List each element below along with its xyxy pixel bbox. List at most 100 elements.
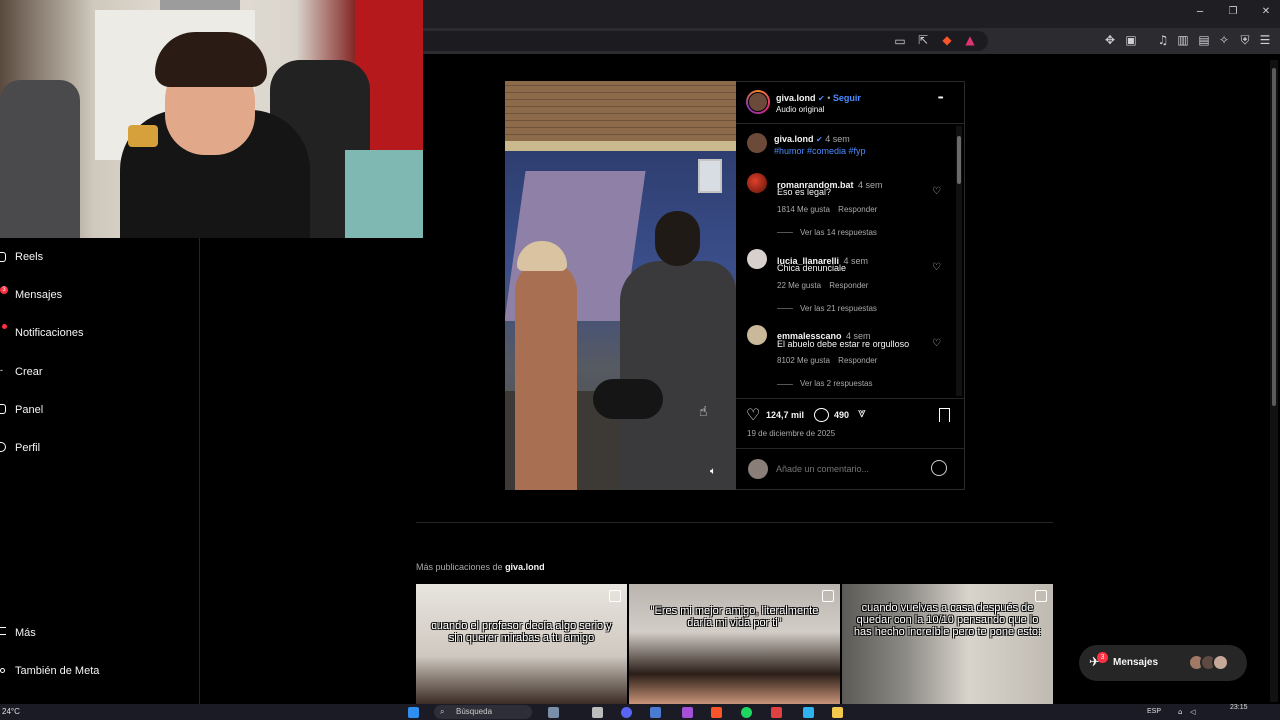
- sidebar-item-label: Perfil: [15, 442, 41, 454]
- save-icon[interactable]: [939, 408, 950, 422]
- volume-icon[interactable]: ◁: [1190, 704, 1195, 720]
- comment-likes[interactable]: 1814 Me gusta: [777, 205, 830, 214]
- sidebar-item-label: Reels: [15, 251, 44, 263]
- comment-time: 4 sem: [843, 256, 869, 266]
- boy-hoodie: [620, 261, 736, 490]
- share-icon[interactable]: ⩔: [858, 405, 866, 421]
- author-username[interactable]: giva.lond: [776, 93, 816, 103]
- thumbnail-caption: "Eres mi mejor amigo, literalmente daría…: [650, 605, 819, 629]
- more-options-icon[interactable]: •••: [938, 95, 943, 102]
- person-hair: [155, 32, 267, 87]
- author-avatar: [748, 92, 768, 112]
- reply-button[interactable]: Responder: [838, 356, 877, 365]
- shelf-figures: [128, 125, 158, 147]
- messages-pill[interactable]: ✈ 3 Mensajes: [1079, 645, 1247, 681]
- app-icon[interactable]: [548, 707, 559, 718]
- app-icon[interactable]: [803, 707, 814, 718]
- search-label: Búsqueda: [456, 707, 493, 716]
- reply-button[interactable]: Responder: [829, 281, 868, 290]
- view-replies-button[interactable]: Ver las 21 respuestas: [800, 304, 877, 313]
- follow-button[interactable]: Seguir: [833, 93, 861, 103]
- bag: [593, 379, 663, 419]
- comment-avatar[interactable]: [747, 173, 767, 193]
- windows-start-icon[interactable]: [408, 707, 419, 718]
- comment-avatar[interactable]: [747, 249, 767, 269]
- separator: •: [827, 93, 831, 103]
- add-comment-input[interactable]: [776, 462, 921, 476]
- comments-scrollbar[interactable]: [956, 126, 962, 396]
- plus-icon: -: [0, 365, 3, 375]
- meta-icon: [0, 668, 5, 673]
- comment-text: El abuelo debe estar re orgulloso: [777, 339, 910, 349]
- sidebar-item-label: Mensajes: [15, 289, 63, 301]
- sidebar-item-label: Más: [15, 627, 36, 639]
- more-posts-username[interactable]: giva.lond: [505, 562, 545, 572]
- comment-icon[interactable]: [814, 408, 829, 422]
- browser-titlebar: ─ ❐ ✕: [423, 0, 1280, 28]
- task-view-icon[interactable]: [592, 707, 603, 718]
- emoji-icon[interactable]: [931, 460, 947, 476]
- weather-widget[interactable]: 24°C: [2, 704, 20, 720]
- comment-like-icon[interactable]: ♡: [932, 186, 941, 197]
- current-user-avatar: [748, 459, 768, 479]
- wall-trim: [505, 141, 736, 151]
- post-thumbnail[interactable]: "Eres mi mejor amigo, literalmente daría…: [629, 584, 840, 704]
- panel-icon: [0, 404, 6, 414]
- scrollbar-thumb[interactable]: [957, 136, 961, 184]
- caption-username[interactable]: giva.lond: [774, 134, 814, 144]
- app-icon[interactable]: [771, 707, 782, 718]
- brick-wall: [505, 81, 736, 141]
- like-icon[interactable]: ♡: [746, 405, 760, 424]
- thumbnail-caption: cuando el profesor decía algo serio y si…: [431, 620, 612, 644]
- post-thumbnail[interactable]: cuando el profesor decía algo serio y si…: [416, 584, 627, 704]
- section-divider: [416, 522, 1053, 523]
- view-replies-button[interactable]: Ver las 14 respuestas: [800, 228, 877, 237]
- network-icon[interactable]: ⌂: [1178, 704, 1182, 720]
- caption-hashtags[interactable]: #humor #comedia #fyp: [774, 146, 866, 156]
- app-icon[interactable]: [682, 707, 693, 718]
- discord-icon[interactable]: [621, 707, 632, 718]
- comment-avatar[interactable]: [747, 325, 767, 345]
- author-avatar-ring[interactable]: [746, 90, 770, 114]
- comment-like-icon[interactable]: ♡: [932, 338, 941, 349]
- file-explorer-icon[interactable]: [832, 707, 843, 718]
- divider: [736, 398, 964, 399]
- sidebar-item-label: Crear: [15, 366, 43, 378]
- restore-icon[interactable]: ❐: [1226, 6, 1240, 17]
- comment-likes[interactable]: 22 Me gusta: [777, 281, 821, 290]
- gaming-chair-left: [0, 80, 80, 238]
- thumbnail-caption: cuando vuelvas a casa después de quedar …: [853, 602, 1042, 638]
- language-indicator[interactable]: ESP: [1147, 704, 1161, 720]
- post-header: giva.lond ✔ • Seguir: [776, 93, 861, 103]
- comment-meta: 22 Me gusta Responder: [777, 281, 868, 290]
- caption-avatar[interactable]: [747, 133, 767, 153]
- taskbar-search[interactable]: ⌕ Búsqueda: [434, 705, 532, 719]
- post-thumbnail[interactable]: cuando vuelvas a casa después de quedar …: [842, 584, 1053, 704]
- spotify-icon[interactable]: [741, 707, 752, 718]
- boy-head: [655, 211, 700, 266]
- close-icon[interactable]: ✕: [1259, 6, 1273, 17]
- page-scrollbar[interactable]: [1270, 60, 1278, 702]
- menu-icon: [0, 627, 6, 635]
- hand-cursor-icon: ☝: [699, 404, 708, 420]
- minimize-icon[interactable]: ─: [1193, 7, 1207, 18]
- audio-label[interactable]: Audio original: [776, 105, 824, 114]
- reel-video[interactable]: 🔈︎: [505, 81, 736, 490]
- comment-meta: 1814 Me gusta Responder: [777, 205, 877, 214]
- verified-icon: ✔: [816, 135, 823, 144]
- clock-time[interactable]: 23:15: [1230, 700, 1248, 716]
- comment-likes[interactable]: 8102 Me gusta: [777, 356, 830, 365]
- comment-like-icon[interactable]: ♡: [932, 262, 941, 273]
- reply-button[interactable]: Responder: [838, 205, 877, 214]
- girl-figure: [515, 261, 577, 490]
- audio-icon[interactable]: 🔈︎: [710, 466, 716, 477]
- view-replies-button[interactable]: Ver las 2 respuestas: [800, 379, 872, 388]
- like-count[interactable]: 124,7 mil: [766, 410, 804, 420]
- app-icon[interactable]: [650, 707, 661, 718]
- brave-icon[interactable]: [711, 707, 722, 718]
- scrollbar-thumb[interactable]: [1272, 68, 1276, 406]
- wall-sign: [698, 159, 722, 193]
- post-date: 19 de diciembre de 2025: [747, 429, 836, 438]
- comment-count[interactable]: 490: [834, 410, 849, 420]
- address-field[interactable]: [423, 31, 988, 51]
